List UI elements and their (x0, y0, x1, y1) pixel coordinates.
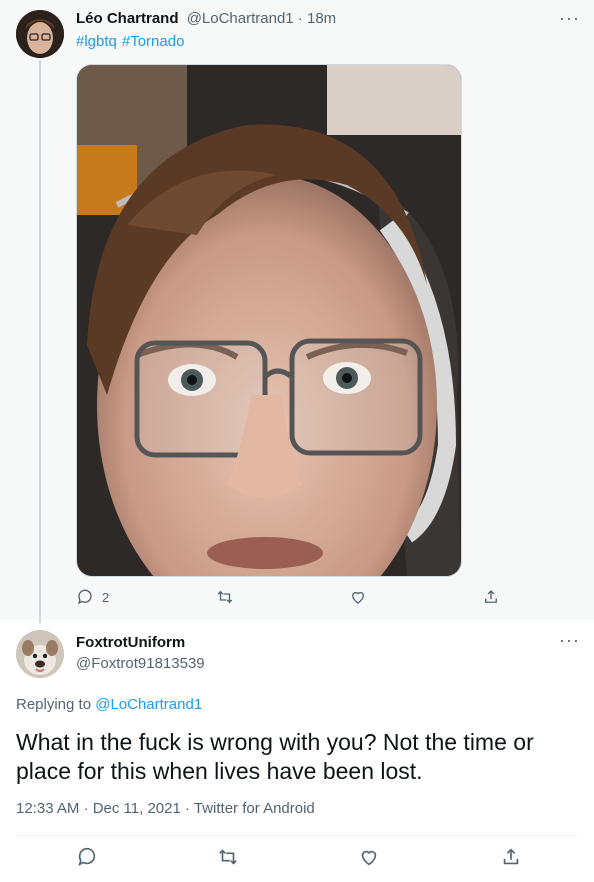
retweet-icon (219, 849, 237, 865)
replying-to: Replying to @LoChartrand1 (16, 696, 202, 713)
divider (16, 835, 578, 836)
reply-icon (78, 847, 96, 866)
reply-button[interactable]: 2 (76, 588, 109, 606)
replying-to-label: Replying to (16, 696, 92, 713)
reply-author-handle[interactable]: @Foxtrot91813539 (76, 655, 205, 672)
tweet-media-photo[interactable] (76, 64, 462, 577)
more-icon[interactable]: ··· (559, 630, 580, 651)
author-avatar[interactable] (16, 10, 64, 58)
retweet-icon (217, 590, 233, 604)
parent-tweet-header: Léo Chartrand @LoChartrand1 · 18m (76, 10, 336, 27)
hashtags: #lgbtq #Tornado (76, 33, 189, 50)
replying-to-handle[interactable]: @LoChartrand1 (95, 696, 202, 713)
like-button[interactable] (349, 588, 367, 606)
share-button[interactable] (482, 588, 500, 606)
reply-tweet-text: What in the fuck is wrong with you? Not … (16, 729, 534, 784)
author-handle[interactable]: @LoChartrand1 (187, 10, 294, 27)
share-icon (485, 590, 497, 603)
thread-connector (39, 60, 41, 623)
hashtag-link[interactable]: #Tornado (122, 33, 185, 50)
author-name[interactable]: Léo Chartrand (76, 10, 179, 27)
share-icon (503, 848, 519, 865)
separator-dot: · (297, 10, 303, 27)
tweet-timestamp[interactable]: 12:33 AM · Dec 11, 2021 · Twitter for An… (16, 800, 315, 817)
tweet-time[interactable]: 18m (307, 10, 336, 27)
reply-author-avatar[interactable] (16, 630, 64, 678)
like-button[interactable] (358, 846, 380, 873)
reply-author-name[interactable]: FoxtrotUniform (76, 634, 185, 651)
share-button[interactable] (500, 846, 522, 873)
hashtag-link[interactable]: #lgbtq (76, 33, 117, 50)
more-icon[interactable]: ··· (559, 8, 580, 29)
parent-tweet-actions: 2 (76, 588, 506, 610)
like-icon (352, 591, 364, 604)
reply-count: 2 (102, 589, 110, 605)
reply-icon (77, 589, 92, 605)
like-icon (361, 850, 377, 866)
retweet-button[interactable] (216, 588, 234, 606)
retweet-button[interactable] (217, 846, 239, 873)
reply-button[interactable] (76, 846, 98, 873)
reply-tweet-actions (16, 846, 578, 872)
